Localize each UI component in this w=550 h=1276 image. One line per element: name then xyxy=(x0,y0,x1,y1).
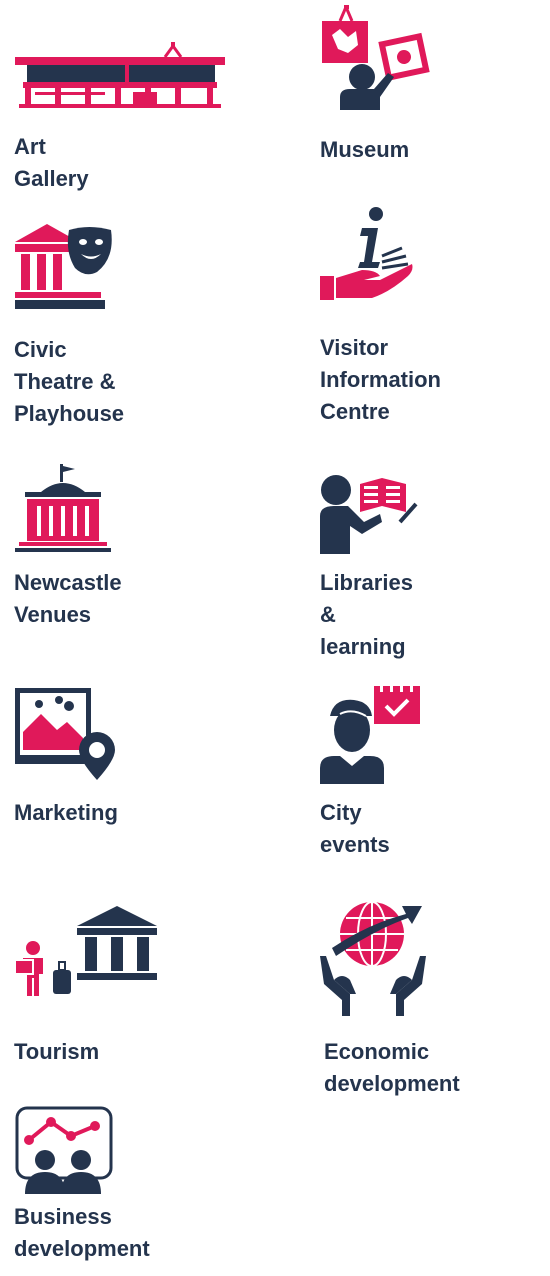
museum-exhibit-icon xyxy=(318,5,433,110)
service-label: Economic development xyxy=(324,1039,460,1096)
service-label: Marketing xyxy=(14,800,118,825)
service-label: City events xyxy=(320,800,390,857)
person-calendar-icon xyxy=(320,686,420,784)
service-label: Libraries & learning xyxy=(320,570,413,659)
service-label: Newcastle Venues xyxy=(14,570,122,627)
business-chart-icon xyxy=(15,1106,113,1194)
service-label: Tourism xyxy=(14,1039,100,1064)
service-label: Civic Theatre & Playhouse xyxy=(14,337,125,426)
information-hand-icon xyxy=(320,206,416,306)
service-label: Museum xyxy=(320,137,410,162)
service-label: Business development xyxy=(14,1204,150,1261)
service-label: Art Gallery xyxy=(14,134,89,191)
theatre-mask-icon xyxy=(15,224,115,310)
globe-growth-icon xyxy=(320,898,426,1016)
art-gallery-building-icon xyxy=(15,42,225,108)
service-label: Visitor Information Centre xyxy=(320,335,441,424)
reader-book-icon xyxy=(320,474,420,554)
venue-building-icon xyxy=(15,464,111,556)
tourist-landmark-icon xyxy=(15,906,157,996)
picture-location-icon xyxy=(15,688,115,780)
